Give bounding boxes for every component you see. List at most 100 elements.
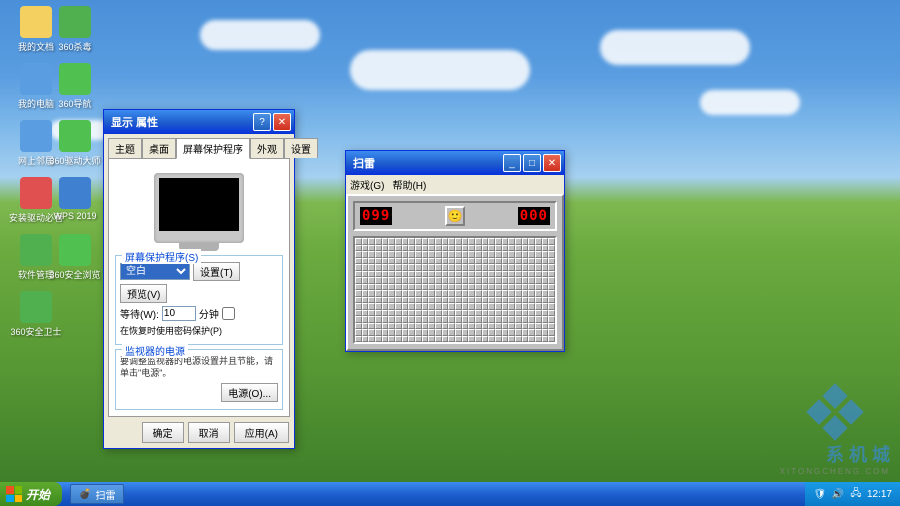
mine-counter: 099 [360, 207, 392, 225]
mine-cell[interactable] [508, 336, 515, 343]
tab-1[interactable]: 桌面 [142, 138, 176, 158]
app-icon [59, 234, 91, 266]
desktop-icon[interactable]: 360杀毒 [45, 6, 105, 61]
menu-help[interactable]: 帮助(H) [392, 177, 426, 192]
watermark: 系 机 城 XITONGCHENG.COM [780, 387, 890, 476]
tab-0[interactable]: 主题 [108, 138, 142, 158]
mine-cell[interactable] [368, 336, 375, 343]
display-properties-window: 显示 属性 ? ✕ 主题桌面屏幕保护程序外观设置 屏幕保护程序(S) 空白 设置… [103, 109, 295, 449]
minimize-button[interactable]: _ [503, 154, 521, 172]
mine-cell[interactable] [435, 336, 442, 343]
mine-cell[interactable] [422, 336, 429, 343]
ok-button[interactable]: 确定 [142, 422, 184, 443]
mine-cell[interactable] [528, 336, 535, 343]
mine-cell[interactable] [548, 336, 555, 343]
apply-button[interactable]: 应用(A) [234, 422, 289, 443]
windows-logo-icon [6, 486, 22, 502]
mine-cell[interactable] [535, 336, 542, 343]
maximize-button[interactable]: □ [523, 154, 541, 172]
start-button[interactable]: 开始 [0, 482, 62, 506]
mine-cell[interactable] [482, 336, 489, 343]
mine-cell[interactable] [402, 336, 409, 343]
minesweeper-window: 扫雷 _ □ ✕ 游戏(G) 帮助(H) 099 🙂 000 [345, 150, 565, 352]
app-icon [59, 177, 91, 209]
mine-cell[interactable] [488, 336, 495, 343]
desktop-icon[interactable]: 360驱动大师 [45, 120, 105, 175]
mine-cell[interactable] [448, 336, 455, 343]
mine-cell[interactable] [462, 336, 469, 343]
minefield [353, 236, 557, 344]
time-counter: 000 [518, 207, 550, 225]
app-icon [20, 291, 52, 323]
desktop-icon[interactable]: WPS 2019 [45, 177, 105, 232]
app-icon [59, 120, 91, 152]
menu-bar: 游戏(G) 帮助(H) [346, 175, 564, 194]
desktop-icon[interactable]: 360导航 [45, 63, 105, 118]
window-title: 扫雷 [349, 155, 503, 171]
wait-minutes-input[interactable] [162, 306, 196, 321]
desktop-icon[interactable]: 360安全浏览 [45, 234, 105, 289]
icon-label: WPS 2019 [53, 211, 96, 221]
mine-cell[interactable] [375, 336, 382, 343]
screensaver-group-label: 屏幕保护程序(S) [122, 249, 201, 264]
help-button[interactable]: ? [253, 113, 271, 131]
mine-cell[interactable] [475, 336, 482, 343]
taskbar: 开始 💣 扫雷 🛡 🔊 🖧 12:17 [0, 482, 900, 506]
tab-3[interactable]: 外观 [250, 138, 284, 158]
tab-strip: 主题桌面屏幕保护程序外观设置 [104, 134, 294, 158]
window-title: 显示 属性 [107, 114, 253, 130]
clock[interactable]: 12:17 [867, 489, 892, 500]
tray-shield-icon[interactable]: 🛡 [813, 487, 827, 501]
tray-network-icon[interactable]: 🖧 [849, 487, 863, 501]
icon-label: 360驱动大师 [49, 154, 100, 167]
monitor-preview [115, 165, 283, 251]
power-button[interactable]: 电源(O)... [221, 383, 278, 402]
mine-cell[interactable] [388, 336, 395, 343]
mine-cell[interactable] [395, 336, 402, 343]
mine-cell[interactable] [362, 336, 369, 343]
app-icon [59, 6, 91, 38]
close-button[interactable]: ✕ [543, 154, 561, 172]
mine-cell[interactable] [522, 336, 529, 343]
icon-label: 360导航 [58, 97, 91, 110]
desktop[interactable]: 我的文档我的电脑网上邻居安装驱动必看软件管理360安全卫士 360杀毒360导航… [0, 0, 900, 506]
tab-4[interactable]: 设置 [284, 138, 318, 158]
tab-panel-screensaver: 屏幕保护程序(S) 空白 设置(T) 预览(V) 等待(W): 分钟 在恢复时使… [108, 158, 290, 417]
cancel-button[interactable]: 取消 [188, 422, 230, 443]
close-button[interactable]: ✕ [273, 113, 291, 131]
password-protect-label: 在恢复时使用密码保护(P) [120, 324, 222, 337]
screensaver-select[interactable]: 空白 [120, 263, 190, 280]
tab-2[interactable]: 屏幕保护程序 [176, 138, 250, 159]
power-note: 要调整监视器的电源设置并且节能，请单击"电源"。 [120, 356, 278, 379]
menu-game[interactable]: 游戏(G) [350, 177, 384, 192]
mine-cell[interactable] [502, 336, 509, 343]
password-protect-checkbox[interactable] [222, 307, 235, 320]
mine-cell[interactable] [428, 336, 435, 343]
monitor-power-label: 监视器的电源 [122, 343, 188, 358]
reset-face-button[interactable]: 🙂 [445, 206, 465, 226]
watermark-url: XITONGCHENG.COM [780, 467, 890, 476]
mine-cell[interactable] [415, 336, 422, 343]
screensaver-preview-button[interactable]: 预览(V) [120, 284, 167, 303]
wait-label: 等待(W): [120, 306, 159, 321]
icon-label: 360安全浏览 [49, 268, 100, 281]
app-icon [59, 63, 91, 95]
mine-icon: 💣 [79, 489, 91, 500]
screensaver-settings-button[interactable]: 设置(T) [193, 262, 240, 281]
mine-cell[interactable] [468, 336, 475, 343]
tray-volume-icon[interactable]: 🔊 [831, 487, 845, 501]
mine-cell[interactable] [455, 336, 462, 343]
mine-cell[interactable] [442, 336, 449, 343]
mine-cell[interactable] [495, 336, 502, 343]
mine-cell[interactable] [408, 336, 415, 343]
mine-cell[interactable] [542, 336, 549, 343]
mine-cell[interactable] [515, 336, 522, 343]
titlebar[interactable]: 扫雷 _ □ ✕ [346, 151, 564, 175]
mine-cell[interactable] [382, 336, 389, 343]
system-tray[interactable]: 🛡 🔊 🖧 12:17 [805, 482, 900, 506]
icon-label: 360安全卫士 [10, 325, 61, 338]
mine-cell[interactable] [355, 336, 362, 343]
desktop-icon[interactable]: 360安全卫士 [6, 291, 66, 346]
titlebar[interactable]: 显示 属性 ? ✕ [104, 110, 294, 134]
taskbar-item-minesweeper[interactable]: 💣 扫雷 [70, 484, 124, 504]
